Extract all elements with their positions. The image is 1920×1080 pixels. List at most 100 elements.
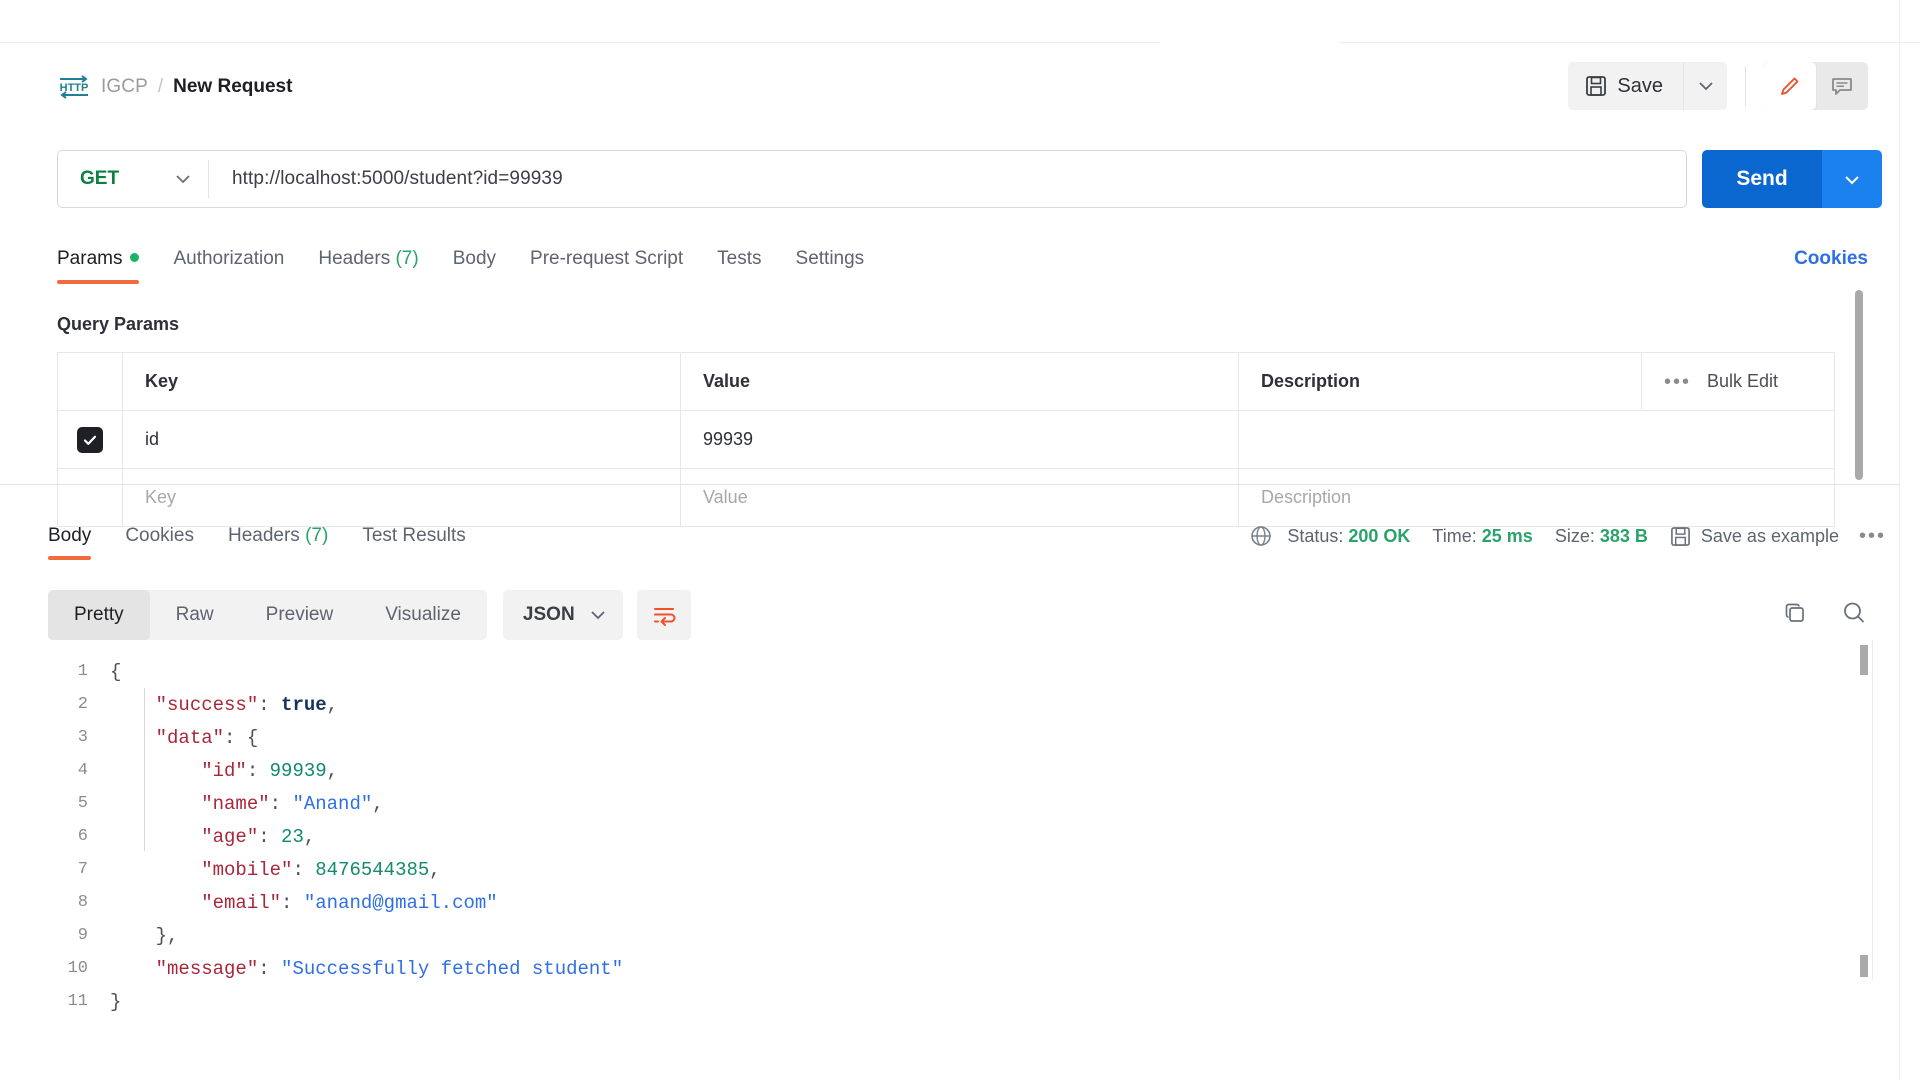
copy-button[interactable] xyxy=(1782,600,1808,631)
response-tabs: Body Cookies Headers (7) Test Results xyxy=(48,525,500,560)
save-as-example-label: Save as example xyxy=(1700,525,1839,546)
request-pane-scrollbar[interactable] xyxy=(1855,290,1863,480)
actions-divider xyxy=(1745,66,1746,106)
breadcrumb-current: New Request xyxy=(173,76,293,97)
table-header-row: Key Value Description ••• Bulk Edit xyxy=(58,353,1834,411)
tab-authorization[interactable]: Authorization xyxy=(173,248,303,284)
response-body-code[interactable]: 1{2 "success": true, 3 "data": {4 "id": 9… xyxy=(48,655,1838,1018)
row-value[interactable]: 99939 xyxy=(703,429,753,450)
search-icon xyxy=(1844,602,1864,622)
line-number: 2 xyxy=(77,695,88,714)
ellipsis-icon[interactable]: ••• xyxy=(1664,372,1691,392)
search-button[interactable] xyxy=(1840,599,1868,632)
response-tab-test-results[interactable]: Test Results xyxy=(362,525,465,560)
save-options-button[interactable] xyxy=(1683,62,1727,110)
column-header-description: Description xyxy=(1261,371,1361,391)
response-scrollbar-thumb[interactable] xyxy=(1860,645,1868,675)
row-key[interactable]: id xyxy=(145,429,159,450)
time-label: Time: xyxy=(1432,525,1477,546)
table-row: id 99939 xyxy=(58,411,1834,469)
response-format-select[interactable]: JSON xyxy=(502,590,623,640)
right-edge-divider xyxy=(1899,0,1900,1080)
view-visualize-button[interactable]: Visualize xyxy=(359,590,487,640)
response-toolbar: Pretty Raw Preview Visualize JSON xyxy=(48,590,691,640)
code-line-text: "message": "Successfully fetched student… xyxy=(155,957,624,980)
pencil-icon xyxy=(1781,77,1799,95)
row-checkbox[interactable] xyxy=(77,426,103,453)
tab-settings[interactable]: Settings xyxy=(796,248,884,284)
code-line-text: "age": 23, xyxy=(201,825,316,848)
chevron-down-icon xyxy=(176,175,190,184)
breadcrumb-parent[interactable]: IGCP xyxy=(101,76,148,98)
save-button[interactable]: Save xyxy=(1568,62,1683,110)
send-options-button[interactable] xyxy=(1822,150,1882,208)
response-tab-cookies-label: Cookies xyxy=(125,525,194,546)
chevron-down-icon xyxy=(1845,175,1859,184)
tab-pre-request-script-label: Pre-request Script xyxy=(530,248,684,269)
url-bar: GET http://localhost:5000/student?id=999… xyxy=(57,150,1687,208)
edit-mode-button[interactable] xyxy=(1764,62,1816,110)
status-label: Status: xyxy=(1287,525,1344,546)
code-line-text: "name": "Anand", xyxy=(201,792,384,815)
http-method-select[interactable]: GET xyxy=(58,168,158,190)
response-tab-headers-label: Headers xyxy=(227,525,300,546)
comment-button[interactable] xyxy=(1816,62,1868,110)
view-preview-button[interactable]: Preview xyxy=(240,590,360,640)
response-scroll-track xyxy=(1872,640,1873,980)
code-line-text: { xyxy=(110,660,122,683)
response-scroll-marker[interactable] xyxy=(1860,955,1868,977)
copy-icon xyxy=(1785,603,1804,622)
word-wrap-button[interactable] xyxy=(636,590,691,640)
line-number: 10 xyxy=(67,959,88,978)
placeholder-description[interactable]: Description xyxy=(1261,487,1351,508)
header-checkbox-cell xyxy=(58,353,123,410)
bulk-edit-button[interactable]: Bulk Edit xyxy=(1707,371,1778,392)
tab-params[interactable]: Params xyxy=(57,248,158,284)
response-tab-cookies[interactable]: Cookies xyxy=(125,525,194,560)
query-params-table: Key Value Description ••• Bulk Edit id 9… xyxy=(57,352,1835,527)
time-badge: Time: 25 ms xyxy=(1432,526,1532,547)
url-input[interactable]: http://localhost:5000/student?id=99939 xyxy=(209,168,563,190)
chevron-down-icon xyxy=(591,611,605,620)
line-number: 8 xyxy=(77,893,88,912)
tab-tests[interactable]: Tests xyxy=(717,248,780,284)
response-tab-test-results-label: Test Results xyxy=(362,525,466,546)
word-wrap-icon xyxy=(653,608,676,626)
response-format-label: JSON xyxy=(522,604,575,625)
globe-icon xyxy=(1251,526,1272,546)
cookies-link[interactable]: Cookies xyxy=(1794,248,1868,270)
chevron-down-icon xyxy=(1698,82,1713,91)
view-pretty-button[interactable]: Pretty xyxy=(48,590,150,640)
save-button-label: Save xyxy=(1617,74,1663,97)
params-modified-dot xyxy=(130,253,140,262)
response-more-icon[interactable]: ••• xyxy=(1859,526,1886,546)
method-caret-button[interactable] xyxy=(158,173,208,185)
placeholder-key[interactable]: Key xyxy=(145,487,176,508)
view-raw-button[interactable]: Raw xyxy=(150,590,240,640)
code-line-text: "mobile": 8476544385, xyxy=(201,858,441,881)
query-params-title: Query Params xyxy=(57,314,180,334)
code-line: 9 }, xyxy=(48,919,1838,952)
tab-headers-label: Headers xyxy=(318,248,391,269)
tab-body[interactable]: Body xyxy=(453,248,515,284)
placeholder-checkbox-cell xyxy=(58,469,123,526)
tab-headers[interactable]: Headers (7) xyxy=(318,248,437,284)
code-line: 1{ xyxy=(48,655,1838,688)
breadcrumb-separator: / xyxy=(157,76,164,97)
code-line: 4 "id": 99939, xyxy=(48,754,1838,787)
bulk-edit-area: ••• Bulk Edit xyxy=(1640,353,1834,410)
response-meta: Status: 200 OK Time: 25 ms Size: 383 B S… xyxy=(1249,524,1886,548)
response-tab-body-label: Body xyxy=(48,525,92,546)
line-number: 4 xyxy=(77,761,88,780)
response-view-segment: Pretty Raw Preview Visualize xyxy=(48,590,487,640)
send-group: Send xyxy=(1702,150,1882,208)
response-tab-headers[interactable]: Headers (7) xyxy=(228,525,328,560)
tab-settings-label: Settings xyxy=(795,248,865,269)
send-button[interactable]: Send xyxy=(1702,150,1822,208)
pane-divider[interactable] xyxy=(0,484,1899,485)
line-number: 3 xyxy=(77,728,88,747)
placeholder-value[interactable]: Value xyxy=(703,487,748,508)
save-as-example-button[interactable]: Save as example xyxy=(1670,526,1839,547)
tab-pre-request-script[interactable]: Pre-request Script xyxy=(530,248,702,284)
response-tab-body[interactable]: Body xyxy=(48,525,92,560)
